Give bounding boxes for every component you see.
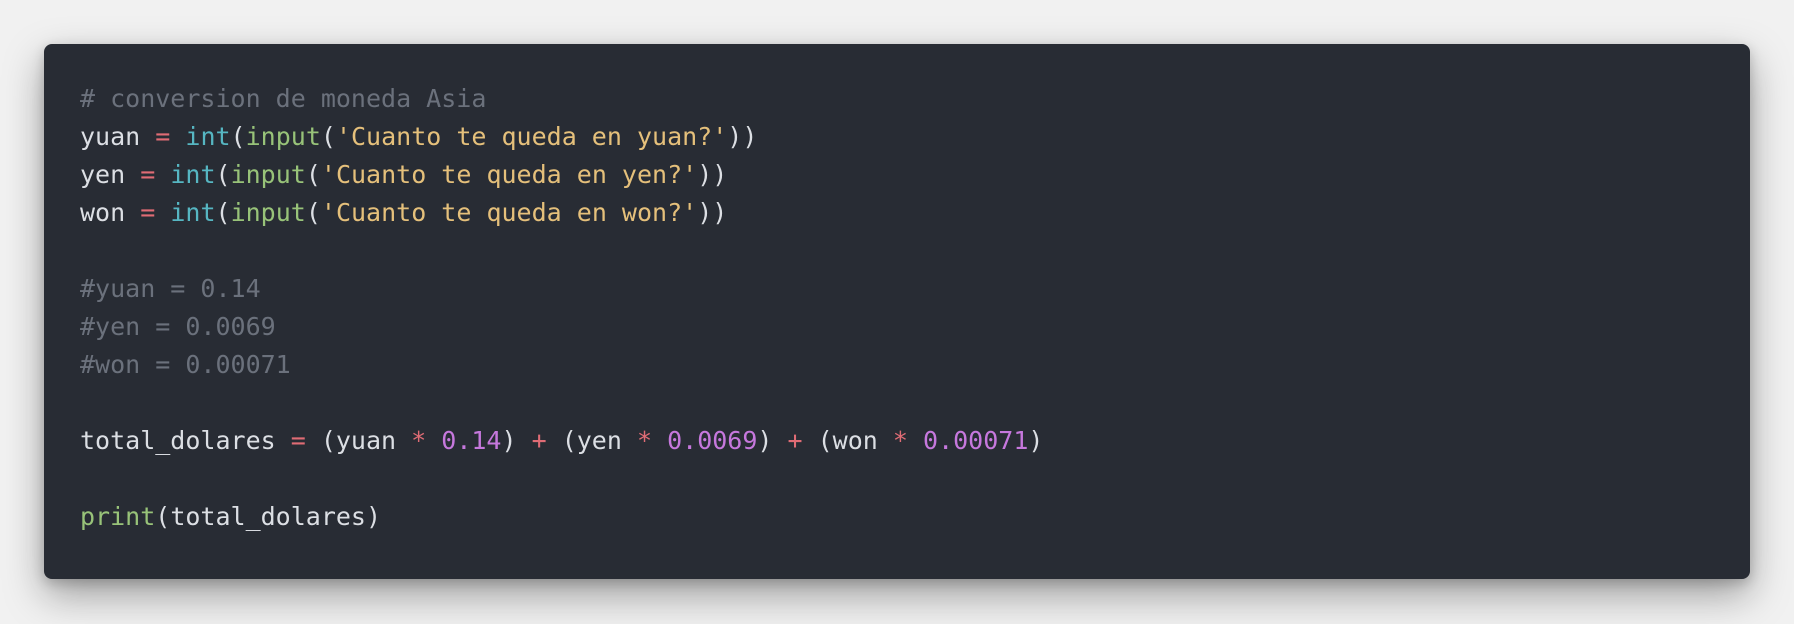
code-line: total_dolares = (yuan * 0.14) + (yen * 0… [80, 422, 1714, 460]
code-text: ( [230, 122, 246, 151]
code-text: (yen [546, 426, 637, 455]
code-text: (total_dolares) [155, 502, 382, 531]
code-text: ( [215, 160, 231, 189]
code-function: input [245, 122, 321, 151]
code-line: # conversion de moneda Asia [80, 80, 1714, 118]
code-comment: #won = 0.00071 [80, 350, 291, 379]
code-text: yen [80, 160, 141, 189]
code-text: ( [215, 198, 231, 227]
code-line: yuan = int(input('Cuanto te queda en yua… [80, 118, 1714, 156]
code-text: )) [697, 160, 728, 189]
code-builtin: int [170, 160, 216, 189]
code-text: (won [802, 426, 893, 455]
code-operator: * [892, 426, 908, 455]
code-text: (yuan [305, 426, 412, 455]
code-text: )) [727, 122, 758, 151]
code-text: ( [320, 122, 336, 151]
code-function: input [230, 198, 306, 227]
code-string: 'Cuanto te queda en yen?' [320, 160, 698, 189]
code-text: )) [697, 198, 728, 227]
code-function: print [80, 502, 156, 531]
code-string: 'Cuanto te queda en won?' [320, 198, 698, 227]
code-comment: # conversion de moneda Asia [80, 84, 487, 113]
code-line: yen = int(input('Cuanto te queda en yen?… [80, 156, 1714, 194]
code-text: ( [305, 198, 321, 227]
code-text: ) [757, 426, 788, 455]
code-operator: = [140, 198, 156, 227]
code-operator: + [531, 426, 547, 455]
code-operator: = [140, 160, 156, 189]
code-content[interactable]: # conversion de moneda Asia yuan = int(in… [80, 80, 1714, 536]
code-line: #yen = 0.0069 [80, 308, 1714, 346]
code-number: 0.00071 [923, 426, 1029, 455]
code-string: 'Cuanto te queda en yuan?' [335, 122, 728, 151]
code-comment: #yen = 0.0069 [80, 312, 276, 341]
code-text: ) [1028, 426, 1044, 455]
code-block: # conversion de moneda Asia yuan = int(in… [44, 44, 1750, 579]
code-line: #won = 0.00071 [80, 346, 1714, 384]
code-number: 0.0069 [667, 426, 758, 455]
code-builtin: int [170, 198, 216, 227]
code-text: total_dolares [80, 426, 291, 455]
code-line: print(total_dolares) [80, 498, 1714, 536]
code-function: input [230, 160, 306, 189]
code-operator: = [290, 426, 306, 455]
code-number: 0.14 [441, 426, 502, 455]
code-operator: * [636, 426, 653, 455]
code-operator: = [155, 122, 171, 151]
code-operator: * [411, 426, 427, 455]
code-text: won [80, 198, 141, 227]
code-line: #yuan = 0.14 [80, 270, 1714, 308]
code-text: ( [305, 160, 321, 189]
code-comment: #yuan = 0.14 [80, 274, 261, 303]
code-builtin: int [185, 122, 231, 151]
code-operator: + [787, 426, 803, 455]
code-text: ) [501, 426, 532, 455]
code-text: yuan [80, 122, 156, 151]
code-line: won = int(input('Cuanto te queda en won?… [80, 194, 1714, 232]
